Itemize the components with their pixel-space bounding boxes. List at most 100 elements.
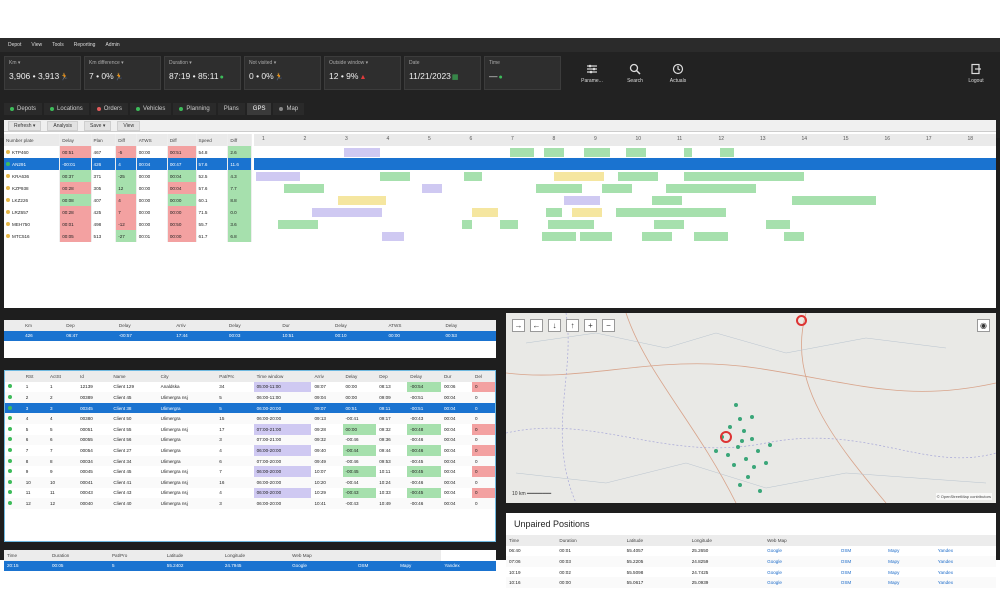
logout-button[interactable]: Logout — [956, 56, 996, 90]
web-map-link[interactable]: Google — [764, 577, 838, 588]
trip-bar[interactable] — [284, 183, 324, 193]
column-header[interactable]: Plan — [91, 134, 117, 146]
stop-marker[interactable] — [764, 461, 768, 465]
column-header[interactable]: Pat/Pro — [108, 550, 164, 561]
table-row[interactable]: 20:15 00:05 5 55.2402 24.7945 Google OSM Mapy Ya… — [4, 560, 496, 572]
web-map-link[interactable]: Google — [289, 560, 355, 572]
stop-marker[interactable] — [714, 449, 718, 453]
trip-bar[interactable] — [784, 231, 804, 241]
stop-marker[interactable] — [740, 439, 744, 443]
kpi-date[interactable]: Date 11/21/2023▦ — [404, 56, 481, 90]
web-map-link[interactable]: OSM — [354, 560, 398, 572]
web-map-link[interactable]: Yandex — [441, 560, 496, 572]
trip-bar[interactable] — [572, 207, 602, 217]
stop-marker[interactable] — [726, 453, 730, 457]
save-dropdown[interactable]: Save ▾ — [84, 120, 112, 131]
column-header[interactable]: Delay — [342, 371, 377, 382]
trip-bar[interactable] — [472, 207, 498, 217]
column-header[interactable]: Longitude — [688, 535, 765, 546]
table-row[interactable]: 1 1 12139 Client 129 Analdska 34 05:00-11:00 08… — [5, 381, 495, 393]
column-header[interactable]: ActSt — [46, 371, 78, 382]
web-map-link[interactable]: Mapy — [397, 560, 442, 572]
column-header[interactable]: Del — [472, 371, 495, 382]
stop-marker[interactable] — [750, 437, 754, 441]
column-header[interactable]: Time — [506, 535, 557, 546]
pan-up-button[interactable]: ↑ — [566, 319, 579, 332]
trip-bar[interactable] — [666, 183, 756, 193]
column-header[interactable]: Duration — [556, 535, 624, 546]
table-row[interactable]: 10 10 00041 Client 41 Ulimergra nsj 16 06:00-2… — [5, 476, 495, 488]
stop-marker[interactable] — [738, 417, 742, 421]
stop-marker[interactable] — [756, 449, 760, 453]
trip-bar[interactable] — [792, 195, 876, 205]
column-header[interactable]: Dur — [279, 320, 333, 331]
column-header[interactable]: Dep — [376, 371, 408, 382]
trip-bar[interactable] — [536, 183, 582, 193]
trip-bar[interactable] — [542, 231, 576, 241]
tab-orders[interactable]: Orders — [90, 103, 129, 115]
trip-bar[interactable] — [464, 171, 482, 181]
trip-bar[interactable] — [652, 195, 682, 205]
table-row[interactable]: 10:19 00:02 55.5098 24.7425 Google OSM Mapy Yan… — [506, 567, 996, 578]
column-header[interactable]: Delay — [407, 371, 441, 382]
table-row[interactable]: 8 8 00034 Client 34 Ulimergra 6 07:00-20:00 09:… — [5, 455, 495, 467]
column-header[interactable] — [885, 535, 935, 546]
trip-bar[interactable] — [602, 183, 632, 193]
table-row[interactable]: KZP938 00:28 305 12 00:00 00:04 57.6 7.7 — [4, 182, 252, 194]
column-header[interactable] — [354, 550, 398, 561]
column-header[interactable]: Number plate — [4, 134, 61, 146]
table-row[interactable]: LKZ226 00:08 407 4 00:00 00:00 60.1 8.8 — [4, 194, 252, 206]
web-map-link[interactable]: Yandex — [934, 556, 996, 567]
stop-marker[interactable] — [744, 457, 748, 461]
trip-bar[interactable] — [626, 147, 646, 157]
kpi-not-visited[interactable]: Not visited ▾ 0 • 0%🏃 — [244, 56, 321, 90]
column-header[interactable]: Delay — [115, 320, 174, 331]
menu-view[interactable]: View — [31, 42, 42, 48]
trip-bar[interactable] — [338, 195, 386, 205]
column-header[interactable]: Time — [4, 550, 49, 561]
column-header[interactable]: Latitude — [623, 535, 689, 546]
table-row[interactable]: 07:06 00:03 55.2205 24.8259 Google OSM Mapy Yan… — [506, 556, 996, 567]
column-header[interactable]: Longitude — [221, 550, 290, 561]
table-row[interactable]: MTC516 00:05 513 -27 00:01 00:00 61.7 6.8 — [4, 230, 252, 242]
tab-gps[interactable]: GPS — [246, 103, 272, 115]
layers-button[interactable]: ◉ — [977, 319, 990, 332]
column-header[interactable]: Delay — [442, 320, 496, 331]
web-map-link[interactable]: OSM — [837, 577, 886, 588]
column-header[interactable]: RSt — [22, 371, 47, 382]
table-row[interactable]: 2 2 00389 Client 45 Ulimergra nsj 5 06:00-11:0… — [5, 392, 495, 403]
menu-admin[interactable]: Admin — [105, 42, 119, 48]
stop-marker[interactable] — [750, 415, 754, 419]
column-header[interactable] — [934, 535, 996, 546]
pan-right-button[interactable]: → — [512, 319, 525, 332]
tab-plans[interactable]: Plans — [217, 103, 245, 115]
trip-bar[interactable] — [278, 219, 318, 229]
kpi-km-difference[interactable]: Km difference ▾ 7 • 0%🏃 — [84, 56, 161, 90]
table-row[interactable]: 10:16 00:00 55.0617 25.0939 Google OSM Mapy Yan… — [506, 577, 996, 588]
table-row[interactable]: 12 12 00040 Client 40 Ulimergra nsj 3 06:00-20… — [5, 498, 495, 509]
pan-left-button[interactable]: ← — [530, 319, 543, 332]
trip-bar[interactable] — [720, 147, 734, 157]
column-header[interactable]: Web Map — [764, 535, 838, 546]
stop-marker[interactable] — [736, 445, 740, 449]
trip-bar[interactable] — [684, 171, 804, 181]
table-row[interactable]: MEH750 00:01 498 -12 00:00 00:50 55.7 3.6 — [4, 218, 252, 230]
stop-marker[interactable] — [742, 429, 746, 433]
map-panel[interactable]: → ← ↓ ↑ + − ◉ 10 km ━━━━━━━━ © OpenStree… — [506, 313, 996, 503]
tab-vehicles[interactable]: Vehicles — [130, 103, 172, 115]
trip-bar[interactable] — [694, 231, 728, 241]
column-header[interactable] — [837, 535, 886, 546]
trip-bar[interactable] — [312, 207, 382, 217]
trip-bar[interactable] — [462, 219, 472, 229]
trip-bar[interactable] — [544, 147, 564, 157]
menu-reporting[interactable]: Reporting — [74, 42, 96, 48]
stop-marker[interactable] — [728, 425, 732, 429]
column-header[interactable]: Dep — [63, 320, 116, 331]
web-map-link[interactable]: Yandex — [935, 546, 996, 557]
stop-marker[interactable] — [758, 489, 762, 493]
web-map-link[interactable]: OSM — [838, 546, 885, 557]
search-button[interactable]: Search — [615, 56, 655, 90]
column-header[interactable]: Dur — [440, 371, 472, 382]
kpi-km[interactable]: Km ▾ 3,906 • 3,913🏃 — [4, 56, 81, 90]
depot-marker[interactable] — [720, 431, 732, 443]
